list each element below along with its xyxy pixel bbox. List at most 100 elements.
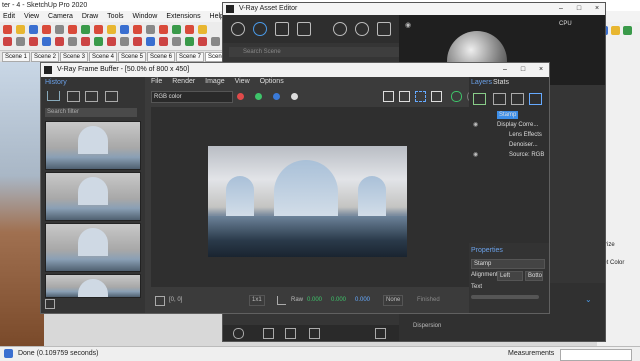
- render-teapot-icon[interactable]: [355, 22, 369, 36]
- save-to-history-icon[interactable]: [47, 91, 60, 101]
- menu-render[interactable]: Render: [172, 78, 195, 85]
- green-channel-icon[interactable]: [255, 93, 262, 100]
- layer-item[interactable]: Display Corre...: [497, 121, 538, 129]
- channel-select[interactable]: RGB color: [151, 91, 233, 103]
- alpha-channel-icon[interactable]: [291, 93, 298, 100]
- tape-tool-icon[interactable]: [133, 25, 142, 34]
- ab-compare-icon[interactable]: [67, 91, 80, 102]
- scale-tool-icon[interactable]: [107, 25, 116, 34]
- minimize-icon[interactable]: –: [497, 63, 513, 77]
- vray-sphere-icon[interactable]: [55, 37, 64, 46]
- create-layer-icon[interactable]: [473, 93, 486, 105]
- menu-window[interactable]: Window: [132, 13, 157, 20]
- textures-icon[interactable]: [297, 22, 311, 36]
- minimize-icon[interactable]: –: [553, 3, 569, 15]
- materials-icon[interactable]: [231, 22, 245, 36]
- menu-file[interactable]: File: [151, 78, 162, 85]
- menu-camera[interactable]: Camera: [48, 13, 73, 20]
- clear-image-icon[interactable]: [399, 91, 410, 102]
- menu-view[interactable]: View: [24, 13, 39, 20]
- eraser-tool-icon[interactable]: [16, 25, 25, 34]
- asset-search-input[interactable]: Search Scene: [229, 47, 403, 57]
- vray-help-icon[interactable]: [185, 37, 194, 46]
- history-thumbnail[interactable]: [45, 121, 141, 170]
- maximize-icon[interactable]: □: [515, 63, 531, 77]
- pan-tool-icon[interactable]: [172, 25, 181, 34]
- menu-edit[interactable]: Edit: [3, 13, 15, 20]
- delete-layer-icon[interactable]: [493, 93, 506, 105]
- lights-icon[interactable]: [253, 22, 267, 36]
- pixel-info-icon[interactable]: [155, 296, 165, 306]
- vray-clipper-icon[interactable]: [146, 37, 155, 46]
- load-history-icon[interactable]: [85, 91, 98, 102]
- settings-gear-icon[interactable]: [333, 22, 347, 36]
- delete-asset-icon[interactable]: [309, 328, 320, 339]
- scene-tab-2[interactable]: Scene 2: [31, 52, 60, 62]
- scene-tab-4[interactable]: Scene 4: [89, 52, 118, 62]
- vray-plane-icon[interactable]: [120, 37, 129, 46]
- region-render-icon[interactable]: [415, 91, 426, 102]
- maximize-icon[interactable]: □: [571, 3, 587, 15]
- blue-channel-icon[interactable]: [273, 93, 280, 100]
- vray-cloud-icon[interactable]: [29, 37, 38, 46]
- menu-options[interactable]: Options: [260, 78, 284, 85]
- zoom-tool-icon[interactable]: [185, 25, 194, 34]
- layer-item[interactable]: Denoiser...: [509, 141, 538, 149]
- save-asset-icon[interactable]: [285, 328, 296, 339]
- zoom-select[interactable]: 1x1: [249, 295, 265, 306]
- text-tool-icon[interactable]: [146, 25, 155, 34]
- orbit-tool-icon[interactable]: [159, 25, 168, 34]
- render-teapot-icon[interactable]: [451, 91, 462, 102]
- scene-tab-6[interactable]: Scene 6: [147, 52, 176, 62]
- vray-settings-icon[interactable]: [172, 37, 181, 46]
- remove-history-icon[interactable]: [105, 91, 118, 102]
- import-icon[interactable]: [263, 328, 274, 339]
- menu-draw[interactable]: Draw: [82, 13, 98, 20]
- color-mode-select[interactable]: None: [383, 295, 404, 306]
- menu-tools[interactable]: Tools: [107, 13, 123, 20]
- tray-style-icon[interactable]: [623, 26, 632, 35]
- close-icon[interactable]: ×: [589, 3, 605, 15]
- tab-stats[interactable]: Stats: [493, 79, 509, 86]
- push-pull-icon[interactable]: [68, 25, 77, 34]
- vray-scatter-icon[interactable]: [133, 37, 142, 46]
- red-channel-icon[interactable]: [237, 93, 244, 100]
- shape-tool-icon[interactable]: [55, 25, 64, 34]
- save-layers-icon[interactable]: [511, 93, 524, 105]
- tray-component-icon[interactable]: [611, 26, 620, 35]
- layer-item[interactable]: Lens Effects: [509, 131, 542, 139]
- vray-fur-icon[interactable]: [107, 37, 116, 46]
- follow-mouse-icon[interactable]: [431, 91, 442, 102]
- text-size-slider[interactable]: [471, 295, 539, 299]
- alignment-select[interactable]: Left: [497, 271, 523, 281]
- save-image-icon[interactable]: [383, 91, 394, 102]
- vray-proxy-icon[interactable]: [94, 37, 103, 46]
- zoom-extents-icon[interactable]: [198, 25, 207, 34]
- vray-dome-icon[interactable]: [68, 37, 77, 46]
- vray-decal-icon[interactable]: [159, 37, 168, 46]
- layer-item[interactable]: Source: RGB: [509, 151, 544, 159]
- purge-icon[interactable]: [375, 328, 386, 339]
- scene-tab-7[interactable]: Scene 7: [176, 52, 205, 62]
- expand-chevron-icon[interactable]: ⌄: [585, 295, 592, 304]
- menu-extensions[interactable]: Extensions: [166, 13, 200, 20]
- render-canvas[interactable]: [151, 107, 469, 287]
- color-picker-icon[interactable]: [277, 296, 286, 305]
- menu-view[interactable]: View: [235, 78, 250, 85]
- history-search-input[interactable]: Search filter: [45, 108, 137, 117]
- line-tool-icon[interactable]: [29, 25, 38, 34]
- sketchup-viewport[interactable]: [0, 62, 44, 346]
- vray-frame-icon[interactable]: [198, 37, 207, 46]
- history-thumbnail[interactable]: [45, 274, 141, 298]
- offset-tool-icon[interactable]: [120, 25, 129, 34]
- vertical-alignment-select[interactable]: Botto: [525, 271, 543, 281]
- frame-buffer-icon[interactable]: [377, 22, 391, 36]
- close-icon[interactable]: ×: [533, 63, 549, 77]
- stamp-text-field[interactable]: Stamp: [471, 259, 545, 269]
- measurements-input[interactable]: [560, 349, 632, 361]
- scene-tab-3[interactable]: Scene 3: [60, 52, 89, 62]
- layer-visibility-icon[interactable]: ◉: [473, 151, 478, 158]
- vray-mesh-icon[interactable]: [81, 37, 90, 46]
- arc-tool-icon[interactable]: [42, 25, 51, 34]
- select-tool-icon[interactable]: [3, 25, 12, 34]
